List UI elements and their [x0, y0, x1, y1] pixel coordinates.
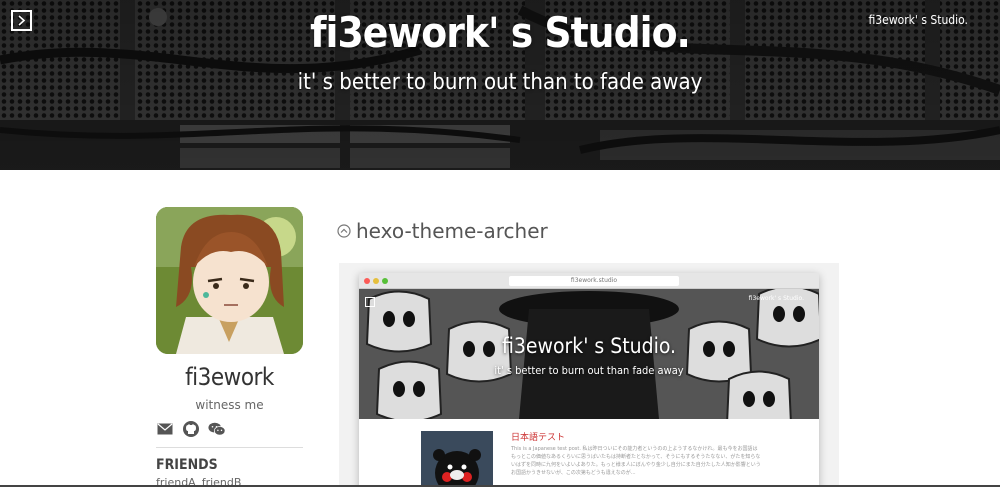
maximize-dot-icon [382, 278, 388, 284]
post-title-link[interactable]: hexo-theme-archer [337, 219, 548, 243]
site-subtitle: it' s better to burn out than to fade aw… [297, 70, 703, 95]
site-title[interactable]: fi3ework' s Studio. [0, 8, 1000, 57]
browser-window-screenshot: fi3ework.studio fi3ework' s Studio. fi3e… [359, 273, 819, 487]
post-title: hexo-theme-archer [356, 219, 548, 243]
minimize-dot-icon [373, 278, 379, 284]
kumamon-image [421, 431, 493, 487]
profile-name: fi3ework [185, 363, 274, 391]
avatar-anime-girl-image [156, 207, 303, 354]
wechat-icon[interactable] [208, 420, 226, 438]
inner-subtitle: it' s better to burn out than fade away [494, 364, 684, 377]
inner-banner: fi3ework' s Studio. fi3ework' s Studio. … [359, 289, 819, 419]
mail-icon[interactable] [156, 420, 174, 438]
inner-title: fi3ework' s Studio. [501, 334, 677, 358]
avatar [156, 207, 303, 354]
social-links [156, 420, 226, 438]
inner-site-name: fi3ework' s Studio. [748, 295, 804, 302]
profile-motto: witness me [195, 398, 264, 412]
inner-post-excerpt: This is a Japanese test post. 私は昨日ついにその能… [511, 446, 761, 476]
friends-title: FRIENDS [156, 457, 218, 473]
inner-post-thumbnail [421, 431, 493, 487]
browser-titlebar: fi3ework.studio [359, 273, 819, 289]
close-dot-icon [364, 278, 370, 284]
browser-url-bar: fi3ework.studio [509, 276, 679, 286]
chevron-up-circle-icon [337, 224, 351, 238]
sidebar-divider [156, 447, 303, 448]
inner-post-title: 日本語テスト [511, 433, 566, 443]
inner-toggle-icon [365, 297, 375, 307]
site-name-link[interactable]: fi3ework' s Studio. [869, 13, 969, 27]
github-icon[interactable] [182, 420, 200, 438]
post-preview-image: fi3ework.studio fi3ework' s Studio. fi3e… [339, 263, 839, 487]
header-banner: fi3ework' s Studio. it' s better to burn… [0, 0, 1000, 170]
